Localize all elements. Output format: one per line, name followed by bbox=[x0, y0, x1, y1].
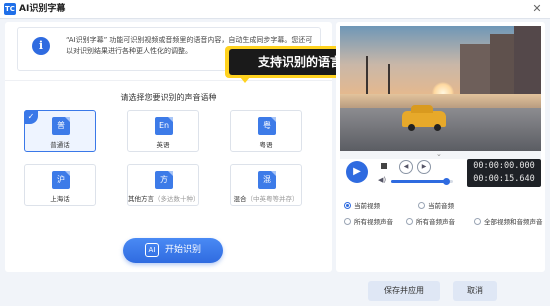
video-building bbox=[490, 34, 514, 98]
callout-tail bbox=[240, 77, 250, 83]
language-label: 英语 bbox=[156, 141, 170, 149]
mixed-icon: 混 bbox=[258, 171, 276, 189]
language-card-cantonese[interactable]: 粤 粤语 bbox=[230, 110, 302, 152]
info-icon: i bbox=[32, 37, 50, 55]
window-title: AI识别字幕 bbox=[19, 4, 66, 14]
video-building bbox=[460, 44, 490, 98]
cancel-button[interactable]: 取消 bbox=[453, 281, 497, 301]
radio-dot bbox=[474, 217, 481, 225]
volume-slider-fill bbox=[391, 180, 447, 183]
video-wheel bbox=[408, 124, 415, 131]
english-icon: En bbox=[155, 117, 173, 135]
player-controls: ▶ ◀ ▶ ◀) 00:00:00.000 00:00:15.640 bbox=[340, 159, 541, 189]
language-label: 普通话 bbox=[50, 141, 70, 149]
option-all-audio[interactable]: 所有音频声音 bbox=[406, 216, 455, 226]
language-card-mandarin[interactable]: ✓ 普 普通话 bbox=[24, 110, 96, 152]
time-display: 00:00:00.000 00:00:15.640 bbox=[467, 159, 541, 187]
language-label: 粤语 bbox=[259, 141, 273, 149]
option-all-video-audio[interactable]: 所有视频声音 bbox=[344, 216, 393, 226]
language-card-mixed[interactable]: 混 混合（中英粤等并存） bbox=[230, 164, 302, 206]
language-card-shanghainese[interactable]: 沪 上海话 bbox=[24, 164, 96, 206]
start-recognition-label: 开始识别 bbox=[164, 245, 201, 255]
radio-dot bbox=[344, 201, 351, 209]
save-apply-button[interactable]: 保存并应用 bbox=[368, 281, 440, 301]
stop-icon[interactable] bbox=[381, 163, 387, 169]
subtitle-dialog: TC AI识别字幕 ✕ i “AI识别字幕” 功能可识别视频或音频里的语音内容，… bbox=[0, 0, 550, 306]
radio-dot bbox=[418, 201, 425, 209]
prev-frame-icon[interactable]: ◀ bbox=[399, 160, 413, 174]
video-building bbox=[514, 26, 541, 100]
radio-dot bbox=[406, 217, 413, 225]
app-logo-icon: TC bbox=[4, 3, 16, 15]
video-sea bbox=[340, 94, 541, 108]
option-current-video[interactable]: 当前视频 bbox=[344, 200, 380, 210]
mandarin-icon: 普 bbox=[52, 117, 70, 135]
option-current-audio[interactable]: 当前音频 bbox=[418, 200, 454, 210]
start-recognition-button[interactable]: AI 开始识别 bbox=[123, 238, 223, 263]
video-wheel bbox=[434, 124, 441, 131]
language-label: 上海话 bbox=[50, 195, 70, 203]
language-sublabel: （中英粤等并存） bbox=[246, 195, 299, 203]
preview-panel: ⌄ ▶ ◀ ▶ ◀) 00:00:00.000 00:00:15.640 当前视… bbox=[336, 22, 545, 272]
video-preview[interactable] bbox=[340, 26, 541, 151]
volume-slider[interactable] bbox=[391, 178, 453, 185]
chevron-down-icon[interactable]: ⌄ bbox=[436, 150, 442, 158]
language-sublabel: （多达数十种） bbox=[154, 195, 200, 203]
language-section-title: 请选择您要识别的声音语种 bbox=[120, 93, 217, 102]
close-button[interactable]: ✕ bbox=[530, 2, 544, 16]
language-card-english[interactable]: En 英语 bbox=[127, 110, 199, 152]
volume-icon[interactable]: ◀) bbox=[378, 176, 386, 184]
cantonese-icon: 粤 bbox=[258, 117, 276, 135]
language-card-other-dialects[interactable]: 方 其他方言（多达数十种） bbox=[127, 164, 200, 206]
option-all-video-and-audio[interactable]: 全部视频和音频声音 bbox=[474, 216, 543, 226]
language-label: 混合（中英粤等并存） bbox=[233, 195, 299, 203]
total-time: 00:00:15.640 bbox=[473, 174, 535, 184]
title-bar: TC AI识别字幕 ✕ bbox=[0, 0, 550, 19]
current-time: 00:00:00.000 bbox=[473, 161, 535, 171]
volume-slider-knob[interactable] bbox=[443, 178, 451, 185]
dialect-icon: 方 bbox=[155, 171, 173, 189]
check-icon: ✓ bbox=[24, 110, 38, 124]
play-button[interactable]: ▶ bbox=[346, 161, 368, 183]
language-label: 其他方言（多达数十种） bbox=[128, 195, 200, 203]
divider bbox=[5, 80, 332, 81]
ai-icon: AI bbox=[144, 242, 159, 257]
radio-dot bbox=[344, 217, 351, 225]
shanghainese-icon: 沪 bbox=[52, 171, 70, 189]
next-frame-icon[interactable]: ▶ bbox=[417, 160, 431, 174]
